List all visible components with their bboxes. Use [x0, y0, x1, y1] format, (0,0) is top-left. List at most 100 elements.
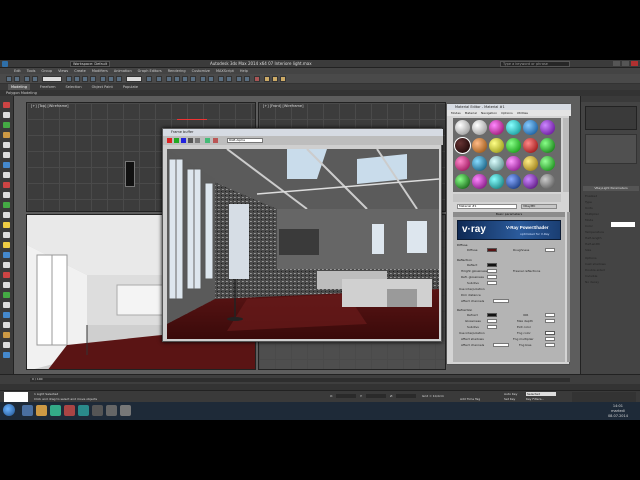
sample-sphere-selected[interactable]: [454, 137, 471, 154]
tool-icon-3[interactable]: [3, 122, 10, 128]
field-size[interactable]: Size: [585, 248, 591, 252]
add-time-tag[interactable]: Add Time Tag: [460, 397, 480, 401]
sample-sphere[interactable]: [506, 138, 521, 153]
refr-affect-channels-dropdown[interactable]: [493, 343, 509, 347]
refract-color-swatch[interactable]: [487, 313, 497, 317]
tool-icon-25[interactable]: [3, 342, 10, 348]
sample-sphere[interactable]: [472, 120, 487, 135]
window-crossing-icon[interactable]: [90, 76, 96, 82]
mono-channel-icon[interactable]: [195, 138, 200, 143]
channel-dropdown[interactable]: RGB Alpha: [227, 138, 263, 143]
select-by-name-icon[interactable]: [74, 76, 80, 82]
link-icon[interactable]: [24, 76, 30, 82]
max-depth-spinner[interactable]: [545, 319, 555, 323]
sample-sphere[interactable]: [540, 156, 555, 171]
tool-icon-11[interactable]: [3, 202, 10, 208]
schematic-view-icon[interactable]: [244, 76, 250, 82]
coord-y-field[interactable]: [366, 394, 386, 398]
tool-icon-10[interactable]: [3, 192, 10, 198]
sample-sphere[interactable]: [489, 120, 504, 135]
command-panel-tabs[interactable]: [581, 96, 640, 102]
tool-icon-6[interactable]: [3, 152, 10, 158]
sample-sphere[interactable]: [540, 120, 555, 135]
taskbar-folder-icon[interactable]: [36, 405, 47, 416]
tool-icon-14[interactable]: [3, 232, 10, 238]
mirror-icon[interactable]: [200, 76, 206, 82]
me-menu-material[interactable]: Material: [465, 110, 477, 116]
refl-affect-channels-dropdown[interactable]: [493, 299, 509, 303]
hilight-glossiness-spinner[interactable]: [487, 269, 497, 273]
time-slider[interactable]: 0 / 100: [30, 377, 570, 382]
tool-icon-2[interactable]: [3, 112, 10, 118]
frame-buffer-window[interactable]: Frame buffer RGB Alpha: [162, 128, 443, 342]
dim-distance-label[interactable]: Dim distance: [461, 293, 481, 297]
affect-shadows-label[interactable]: Affect shadows: [461, 337, 484, 341]
field-mode[interactable]: Mode: [585, 218, 593, 222]
sample-sphere[interactable]: [506, 174, 521, 189]
tool-icon-16[interactable]: [3, 252, 10, 258]
render-setup-icon[interactable]: [264, 76, 270, 82]
close-button[interactable]: [631, 61, 638, 66]
tool-icon-22[interactable]: [3, 312, 10, 318]
select-object-icon[interactable]: [66, 76, 72, 82]
field-color[interactable]: Color: [585, 224, 593, 228]
fog-color-swatch[interactable]: [545, 331, 555, 335]
material-editor-side-toolbar[interactable]: [563, 118, 569, 192]
maximize-button[interactable]: [622, 61, 629, 66]
tool-icon-8[interactable]: [3, 172, 10, 178]
sample-sphere[interactable]: [455, 156, 470, 171]
tool-icon-9[interactable]: [3, 182, 10, 188]
scale-icon[interactable]: [116, 76, 122, 82]
field-multiplier[interactable]: Multiplier: [585, 212, 599, 216]
sample-sphere[interactable]: [472, 174, 487, 189]
refl-use-interpolation-label[interactable]: Use interpolation: [459, 287, 485, 291]
maxscript-listener[interactable]: [4, 392, 28, 402]
reference-coordinate-dropdown[interactable]: [126, 76, 142, 82]
search-input[interactable]: Type a keyword or phrase: [500, 61, 570, 67]
playback-controls[interactable]: [572, 392, 636, 402]
system-clock[interactable]: 14:01 martedì 08.07.2014: [608, 404, 628, 419]
viewport-front-label[interactable]: [+] [Front] [Wireframe]: [263, 104, 303, 108]
rendered-frame-window-icon[interactable]: [272, 76, 278, 82]
tool-icon-15[interactable]: [3, 242, 10, 248]
tool-icon-5[interactable]: [3, 142, 10, 148]
taskbar-app-icon[interactable]: [120, 405, 131, 416]
align-icon[interactable]: [208, 76, 214, 82]
coord-z-field[interactable]: [396, 394, 416, 398]
field-options[interactable]: Options: [585, 256, 597, 260]
key-filters-button[interactable]: Key Filters...: [526, 397, 544, 401]
sample-sphere[interactable]: [472, 138, 487, 153]
render-production-icon[interactable]: [280, 76, 286, 82]
tool-icon-4[interactable]: [3, 132, 10, 138]
fog-multiplier-spinner[interactable]: [545, 337, 555, 341]
set-key-button[interactable]: Set Key: [504, 397, 515, 401]
sample-sphere[interactable]: [489, 138, 504, 153]
tool-icon-18[interactable]: [3, 272, 10, 278]
refr-glossiness-spinner[interactable]: [487, 319, 497, 323]
rectangular-selection-icon[interactable]: [82, 76, 88, 82]
material-name-field[interactable]: Material #1: [457, 204, 517, 209]
sample-sphere[interactable]: [540, 174, 555, 189]
material-editor-window[interactable]: Material Editor - Material #1 Modes Mate…: [446, 103, 571, 365]
ior-spinner[interactable]: [545, 313, 555, 317]
blue-channel-icon[interactable]: [181, 138, 186, 143]
sample-sphere[interactable]: [523, 138, 538, 153]
tool-icon-21[interactable]: [3, 302, 10, 308]
tool-icon-1[interactable]: [3, 102, 10, 108]
rollout-title[interactable]: Basic parameters: [453, 212, 565, 217]
tool-icon-19[interactable]: [3, 282, 10, 288]
clear-image-icon[interactable]: [213, 138, 218, 143]
sample-sphere[interactable]: [455, 120, 470, 135]
me-menu-utilities[interactable]: Utilities: [517, 110, 528, 116]
reflect-color-swatch[interactable]: [487, 263, 497, 267]
light-gizmo[interactable]: [125, 161, 135, 187]
refl-glossiness-spinner[interactable]: [487, 275, 497, 279]
selection-filter-dropdown[interactable]: [42, 76, 62, 82]
tool-icon-23[interactable]: [3, 322, 10, 328]
light-color-swatch[interactable]: [611, 222, 635, 227]
key-mode-dropdown[interactable]: Selected: [526, 392, 556, 396]
graphite-ribbon-icon[interactable]: [226, 76, 232, 82]
field-no-decay[interactable]: No decay: [585, 280, 599, 284]
sample-sphere[interactable]: [506, 120, 521, 135]
sample-sphere[interactable]: [472, 156, 487, 171]
